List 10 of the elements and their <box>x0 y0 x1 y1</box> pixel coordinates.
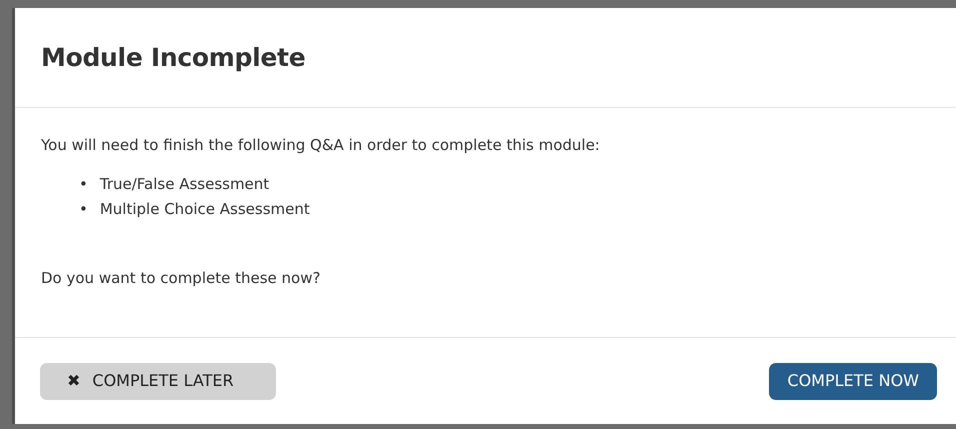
close-icon: ✖ <box>67 369 80 393</box>
question-text: Do you want to complete these now? <box>41 268 322 288</box>
list-item-text: Multiple Choice Assessment <box>100 199 310 220</box>
bullet: • <box>79 199 88 220</box>
list-item-text: True/False Assessment <box>100 174 270 194</box>
bullet: • <box>79 174 88 194</box>
dialog-title: Module Incomplete <box>41 42 306 72</box>
message-text: You will need to finish the following Q&A in order to complete this module: <box>41 135 601 156</box>
complete-later-button[interactable]: ✖ COMPLETE LATER <box>40 362 276 400</box>
complete-now-button[interactable]: COMPLETE NOW <box>769 362 937 400</box>
